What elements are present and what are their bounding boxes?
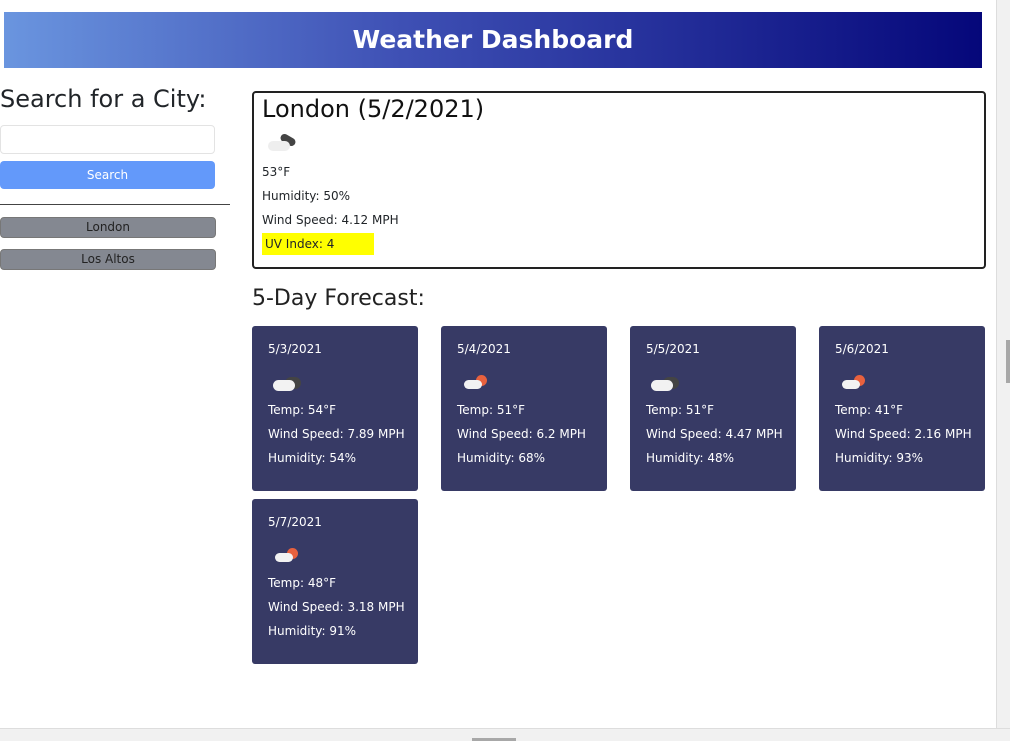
- few-clouds-icon: [270, 545, 304, 567]
- history-button-london[interactable]: London: [0, 217, 216, 238]
- forecast-card: 5/7/2021 Temp: 48°F Wind Speed: 3.18 MPH…: [252, 499, 418, 664]
- forecast-wind: Wind Speed: 4.47 MPH: [646, 427, 783, 441]
- search-heading: Search for a City:: [0, 85, 207, 113]
- sidebar: Search for a City: Search London Los Alt…: [0, 84, 230, 270]
- city-search-input[interactable]: [0, 125, 215, 154]
- forecast-humidity: Humidity: 48%: [646, 451, 735, 465]
- few-clouds-icon: [459, 372, 493, 394]
- broken-clouds-icon: [648, 372, 682, 394]
- forecast-card: 5/5/2021 Temp: 51°F Wind Speed: 4.47 MPH…: [630, 326, 796, 491]
- forecast-date: 5/5/2021: [646, 342, 700, 356]
- broken-clouds-icon: [270, 372, 304, 394]
- search-button[interactable]: Search: [0, 161, 215, 189]
- forecast-wind: Wind Speed: 3.18 MPH: [268, 600, 405, 614]
- current-humidity: Humidity: 50%: [262, 189, 351, 203]
- forecast-card: 5/6/2021 Temp: 41°F Wind Speed: 2.16 MPH…: [819, 326, 985, 491]
- forecast-date: 5/7/2021: [268, 515, 322, 529]
- forecast-humidity: Humidity: 91%: [268, 624, 357, 638]
- forecast-card: 5/3/2021 Temp: 54°F Wind Speed: 7.89 MPH…: [252, 326, 418, 491]
- forecast-wind: Wind Speed: 2.16 MPH: [835, 427, 972, 441]
- forecast-date: 5/6/2021: [835, 342, 889, 356]
- forecast-temp: Temp: 54°F: [268, 403, 337, 417]
- vertical-scrollbar-thumb[interactable]: [1006, 340, 1010, 383]
- current-weather-panel: London (5/2/2021) 53°F Humidity: 50% Win…: [252, 91, 986, 269]
- forecast-wind: Wind Speed: 7.89 MPH: [268, 427, 405, 441]
- divider: [0, 204, 230, 205]
- forecast-humidity: Humidity: 93%: [835, 451, 924, 465]
- current-temp: 53°F: [262, 165, 291, 179]
- forecast-humidity: Humidity: 54%: [268, 451, 357, 465]
- forecast-humidity: Humidity: 68%: [457, 451, 546, 465]
- forecast-wind: Wind Speed: 6.2 MPH: [457, 427, 586, 441]
- uv-index-badge: UV Index: 4: [262, 233, 375, 255]
- current-wind: Wind Speed: 4.12 MPH: [262, 213, 399, 227]
- forecast-card: 5/4/2021 Temp: 51°F Wind Speed: 6.2 MPH …: [441, 326, 607, 491]
- forecast-temp: Temp: 51°F: [646, 403, 715, 417]
- forecast-temp: Temp: 41°F: [835, 403, 904, 417]
- broken-clouds-icon: [266, 132, 300, 155]
- forecast-date: 5/4/2021: [457, 342, 511, 356]
- page-header: Weather Dashboard: [4, 12, 982, 68]
- forecast-heading: 5-Day Forecast:: [252, 286, 425, 311]
- current-city-title: London (5/2/2021): [262, 95, 485, 123]
- history-button-los-altos[interactable]: Los Altos: [0, 249, 216, 270]
- forecast-temp: Temp: 51°F: [457, 403, 526, 417]
- few-clouds-icon: [837, 372, 871, 394]
- forecast-temp: Temp: 48°F: [268, 576, 337, 590]
- forecast-date: 5/3/2021: [268, 342, 322, 356]
